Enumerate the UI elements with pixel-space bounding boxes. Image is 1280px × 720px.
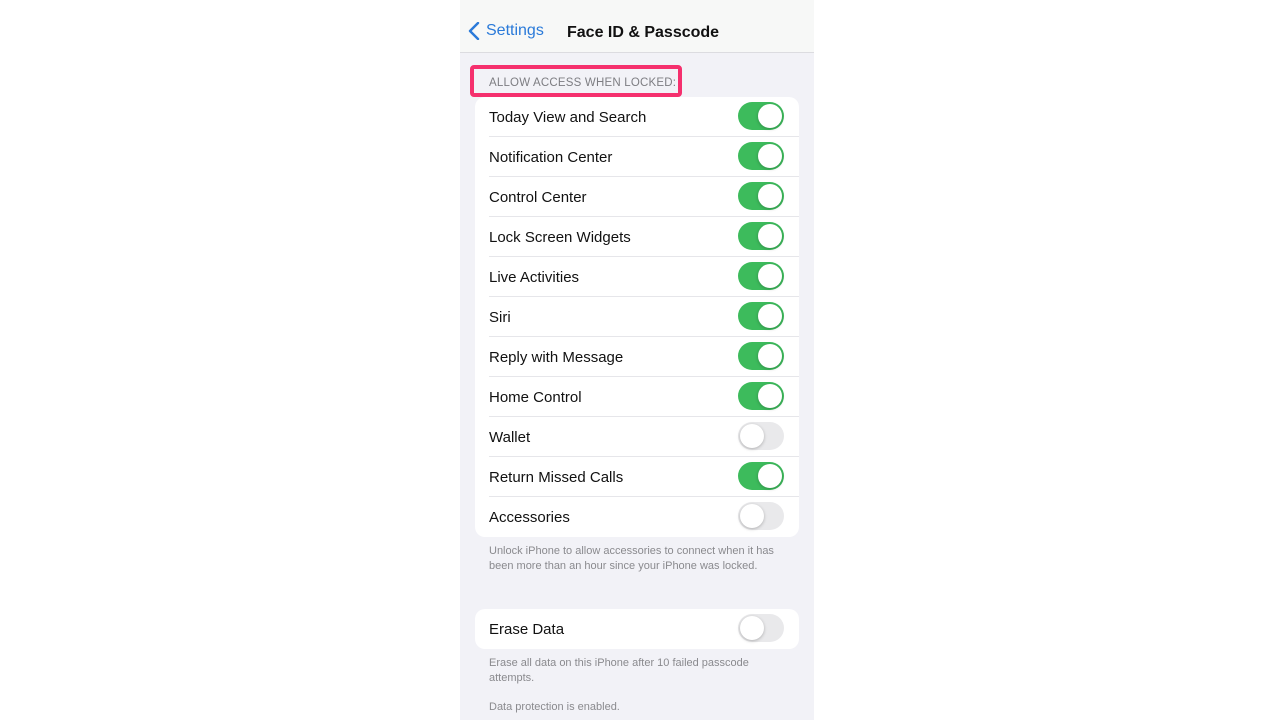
toggle-knob (758, 104, 782, 128)
erase-data-toggle[interactable] (738, 614, 784, 642)
toggle-row: Live Activities (475, 257, 799, 297)
row-label: Accessories (489, 508, 570, 526)
page-title: Face ID & Passcode (567, 24, 720, 41)
erase-data-group: Erase Data (475, 609, 799, 649)
toggle-knob (758, 224, 782, 248)
toggle-switch[interactable] (738, 422, 784, 450)
settings-screen: Settings Face ID & Passcode ALLOW ACCESS… (460, 0, 814, 720)
locked-access-group: Today View and Search Notification Center… (475, 97, 799, 537)
erase-footer: Erase all data on this iPhone after 10 f… (489, 657, 749, 684)
toggle-knob (758, 464, 782, 488)
toggle-row: Home Control (475, 377, 799, 417)
toggle-switch[interactable] (738, 342, 784, 370)
toggle-knob (740, 424, 764, 448)
toggle-knob (758, 384, 782, 408)
navigation-bar: Settings Face ID & Passcode (460, 0, 814, 53)
protection-footer: Data protection is enabled. (489, 701, 620, 713)
toggle-knob (758, 344, 782, 368)
toggle-switch[interactable] (738, 302, 784, 330)
toggle-knob (758, 304, 782, 328)
chevron-left-icon (468, 22, 480, 40)
row-label: Lock Screen Widgets (489, 228, 631, 246)
row-label: Return Missed Calls (489, 468, 624, 486)
row-label: Control Center (489, 188, 587, 206)
toggle-switch[interactable] (738, 262, 784, 290)
toggle-switch[interactable] (738, 182, 784, 210)
toggle-knob (740, 616, 764, 640)
row-label: Home Control (489, 388, 582, 406)
toggle-knob (758, 264, 782, 288)
toggle-switch[interactable] (738, 102, 784, 130)
row-label: Notification Center (489, 148, 613, 166)
toggle-switch[interactable] (738, 142, 784, 170)
erase-data-row: Erase Data (475, 609, 799, 649)
accessories-footer: Unlock iPhone to allow accessories to co… (489, 545, 774, 572)
row-label: Today View and Search (489, 108, 647, 126)
row-label: Wallet (489, 428, 531, 446)
toggle-row: Siri (475, 297, 799, 337)
toggle-row: Today View and Search (475, 97, 799, 137)
toggle-row: Control Center (475, 177, 799, 217)
toggle-row: Notification Center (475, 137, 799, 177)
toggle-switch[interactable] (738, 222, 784, 250)
toggle-row: Accessories (475, 497, 799, 537)
row-label: Erase Data (489, 620, 565, 638)
toggle-row: Reply with Message (475, 337, 799, 377)
back-button[interactable]: Settings (468, 22, 544, 40)
toggle-knob (740, 504, 764, 528)
toggle-row: Lock Screen Widgets (475, 217, 799, 257)
row-label: Reply with Message (489, 348, 624, 366)
back-label: Settings (486, 22, 544, 39)
toggle-switch[interactable] (738, 462, 784, 490)
toggle-switch[interactable] (738, 382, 784, 410)
row-label: Live Activities (489, 268, 580, 286)
row-label: Siri (489, 308, 511, 326)
toggle-knob (758, 184, 782, 208)
toggle-row: Return Missed Calls (475, 457, 799, 497)
toggle-knob (758, 144, 782, 168)
toggle-switch[interactable] (738, 502, 784, 530)
toggle-row: Wallet (475, 417, 799, 457)
section-header: ALLOW ACCESS WHEN LOCKED: (489, 77, 677, 89)
